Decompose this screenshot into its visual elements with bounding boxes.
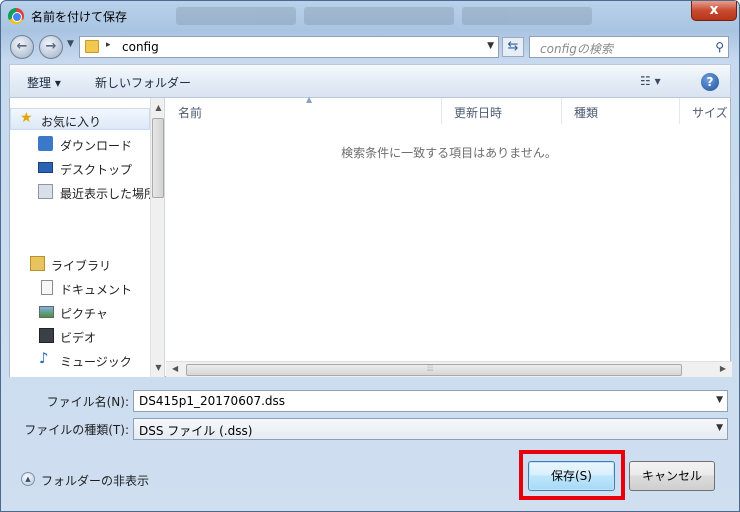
help-button[interactable]: ?: [701, 73, 719, 91]
nav-item-label: ドキュメント: [60, 283, 133, 297]
nav-libraries-label: ライブラリ: [51, 259, 112, 273]
column-header-label: 更新日時: [454, 106, 503, 120]
column-header-size[interactable]: サイズ: [680, 98, 732, 124]
empty-message: 検索条件に一致する項目はありません。: [341, 146, 557, 160]
filetype-dropdown-icon[interactable]: ▼: [716, 423, 723, 433]
navigation-pane: ★ お気に入り ダウンロード デスクトップ 最近表示した場所 ライブラリ ドキュ…: [10, 98, 165, 377]
history-dropdown-icon[interactable]: ▼: [67, 39, 74, 49]
cancel-button[interactable]: キャンセル: [629, 461, 715, 491]
view-options-icon[interactable]: ☷ ▾: [640, 74, 661, 88]
desktop-icon: [38, 162, 53, 173]
back-arrow-icon: ←: [16, 39, 28, 54]
search-box[interactable]: configの検索 ⚲: [529, 36, 729, 58]
browser-area: ★ お気に入り ダウンロード デスクトップ 最近表示した場所 ライブラリ ドキュ…: [9, 95, 732, 377]
filename-label: ファイル名(N):: [46, 395, 129, 409]
download-folder-icon: [38, 136, 53, 151]
music-icon: ♪: [39, 349, 49, 367]
column-header-label: 種類: [574, 106, 599, 120]
nav-favorites[interactable]: ★ お気に入り: [10, 108, 150, 130]
window-title: 名前を付けて保存: [31, 10, 128, 24]
nav-item-label: ビデオ: [60, 331, 97, 345]
nav-item-label: ダウンロード: [60, 139, 133, 153]
filetype-select[interactable]: DSS ファイル (.dss) ▼: [133, 418, 728, 440]
video-icon: [39, 328, 54, 343]
grip-icon: ⦙⦙⦙: [427, 364, 434, 374]
library-icon: [30, 256, 45, 271]
filename-value[interactable]: DS415p1_20170607.dss: [139, 394, 285, 408]
scroll-thumb[interactable]: ⦙⦙⦙: [186, 364, 682, 376]
command-bar: 整理 ▾ 新しいフォルダー ☷ ▾ ?: [9, 64, 731, 98]
background-tabs: [176, 7, 596, 27]
horizontal-scrollbar[interactable]: ◀ ⦙⦙⦙ ▶: [166, 361, 732, 377]
collapse-icon: ▲: [21, 472, 35, 486]
column-header-type[interactable]: 種類: [562, 98, 680, 124]
forward-arrow-icon: →: [45, 39, 57, 54]
filetype-label: ファイルの種類(T):: [24, 423, 129, 437]
column-header-label: サイズ: [692, 106, 728, 120]
save-button-highlight: [519, 450, 625, 500]
scroll-thumb[interactable]: [152, 118, 164, 198]
column-header-label: 名前: [178, 106, 203, 120]
nav-item-label: ピクチャ: [60, 307, 108, 321]
scroll-up-icon[interactable]: ▲: [151, 100, 164, 115]
title-bar: 名前を付けて保存 x: [1, 1, 739, 31]
pictures-icon: [39, 306, 54, 318]
refresh-button[interactable]: ⇆: [502, 37, 524, 57]
filetype-value[interactable]: DSS ファイル (.dss): [139, 422, 252, 439]
search-input[interactable]: configの検索: [540, 40, 613, 57]
recent-places-icon: [38, 184, 53, 199]
back-button[interactable]: ←: [10, 35, 34, 59]
close-button[interactable]: x: [691, 1, 737, 21]
folder-icon: [85, 40, 99, 53]
scroll-down-icon[interactable]: ▼: [151, 360, 164, 375]
filename-dropdown-icon[interactable]: ▼: [716, 395, 723, 405]
address-bar[interactable]: ▸ config ▼: [79, 36, 499, 58]
column-header-name[interactable]: 名前 ▲: [166, 95, 442, 124]
nav-item-label: デスクトップ: [60, 163, 133, 177]
hide-folders-label: フォルダーの非表示: [41, 474, 150, 488]
sort-ascending-icon: ▲: [306, 95, 313, 104]
star-icon: ★: [20, 110, 33, 126]
search-icon[interactable]: ⚲: [715, 40, 724, 54]
column-header-date[interactable]: 更新日時: [442, 98, 562, 124]
file-list: 名前 ▲ 更新日時 種類 サイズ 検索条件に一致する項目はありません。 ◀ ⦙⦙…: [166, 95, 732, 377]
scroll-left-icon[interactable]: ◀: [172, 364, 178, 373]
scroll-right-icon[interactable]: ▶: [720, 364, 726, 373]
nav-scrollbar[interactable]: ▲ ▼: [150, 98, 164, 377]
nav-item-label: 最近表示した場所: [60, 187, 157, 201]
new-folder-button[interactable]: 新しいフォルダー: [95, 74, 191, 91]
refresh-icon: ⇆: [507, 39, 519, 54]
forward-button[interactable]: →: [39, 35, 63, 59]
address-dropdown-icon[interactable]: ▼: [487, 41, 494, 51]
breadcrumb-config[interactable]: config: [122, 40, 159, 54]
save-as-dialog: 名前を付けて保存 x ← → ▼ ▸ config ▼ ⇆ configの検索 …: [0, 0, 740, 512]
breadcrumb-separator[interactable]: ▸: [106, 40, 111, 50]
nav-item-label: ミュージック: [60, 355, 132, 369]
chrome-icon: [8, 8, 24, 24]
nav-favorites-label: お気に入り: [41, 115, 102, 129]
filename-field[interactable]: DS415p1_20170607.dss ▼: [133, 390, 728, 412]
document-icon: [41, 280, 53, 295]
organize-menu[interactable]: 整理 ▾: [27, 74, 61, 91]
